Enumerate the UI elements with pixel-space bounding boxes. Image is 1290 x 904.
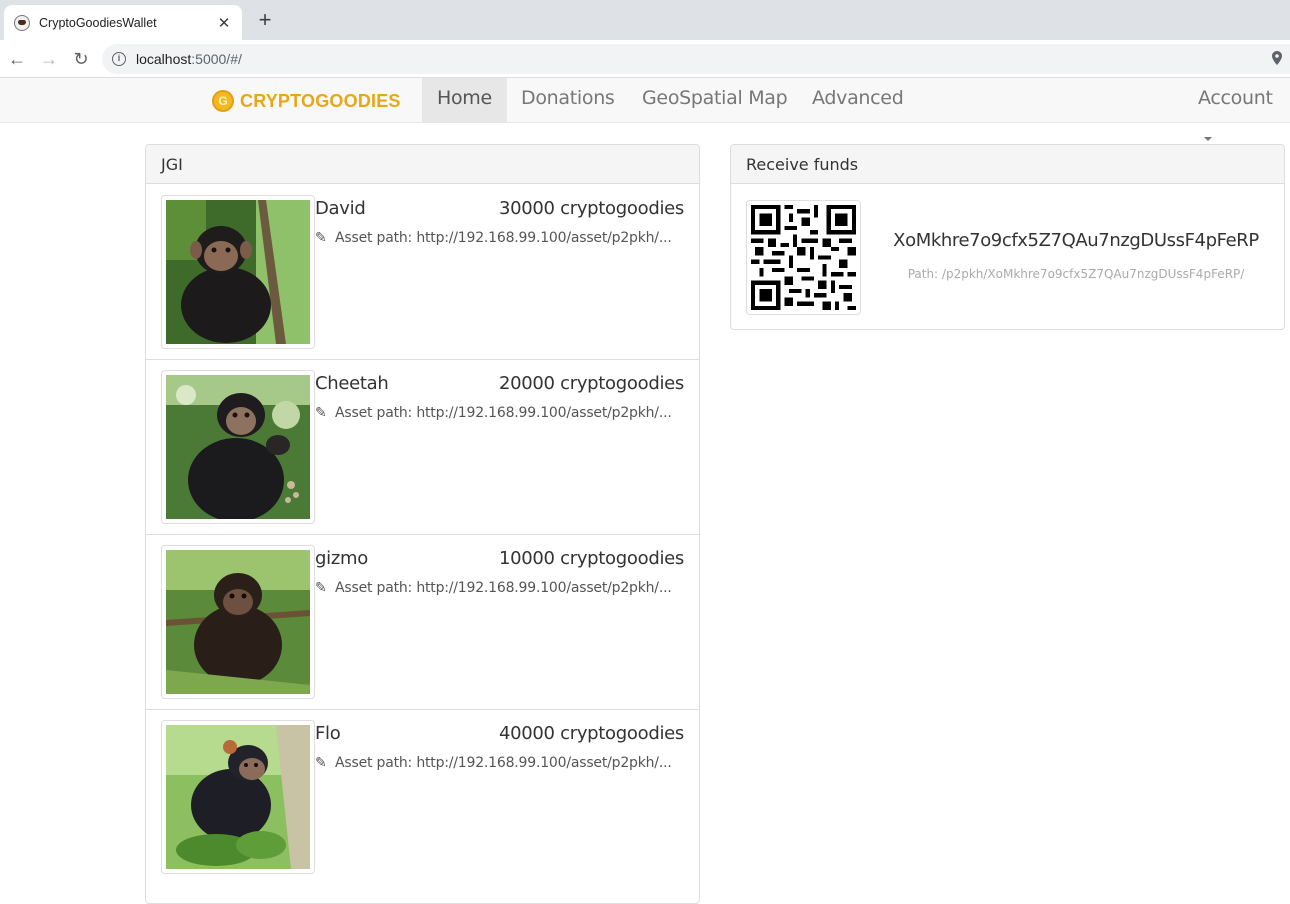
edit-icon[interactable]: ✎	[315, 405, 329, 421]
edit-icon[interactable]: ✎	[315, 230, 329, 246]
receive-address[interactable]: XoMkhre7o9cfx5Z7QAu7nzgDUssF4pFeRP	[891, 230, 1261, 251]
assets-panel-title: JGI	[146, 145, 699, 184]
asset-amount: 30000 cryptogoodies	[498, 198, 684, 219]
asset-photo[interactable]	[161, 720, 315, 874]
qr-code-image	[751, 205, 856, 310]
nav-home[interactable]: Home	[422, 78, 507, 122]
asset-path-text[interactable]: Asset path: http://192.168.99.100/asset/…	[335, 230, 672, 246]
asset-photo[interactable]	[161, 195, 315, 349]
asset-name: Flo	[315, 723, 341, 744]
tab-title: CryptoGoodiesWallet	[39, 15, 157, 30]
assets-panel: JGI David 30000 cryptogoodies ✎ Asset pat…	[145, 144, 700, 904]
account-label: Account	[1198, 87, 1273, 109]
asset-name: Cheetah	[315, 373, 389, 394]
coin-icon: G	[212, 90, 234, 112]
chimp-photo	[166, 550, 310, 694]
brand-logo[interactable]: G CRYPTOGOODIES	[212, 86, 401, 116]
browser-tab-bar: CryptoGoodiesWallet ✕ +	[0, 0, 1290, 40]
address-bar[interactable]: i localhost:5000/#/	[102, 44, 1290, 74]
close-tab-icon[interactable]: ✕	[216, 14, 232, 32]
asset-row: gizmo 10000 cryptogoodies ✎ Asset path: h…	[146, 535, 699, 710]
info-icon[interactable]: i	[112, 52, 126, 66]
receive-funds-panel: Receive funds XoMkhre7o9cfx5Z7QAu7nzgDUs…	[730, 144, 1285, 330]
back-arrow-icon[interactable]: ←	[6, 48, 28, 70]
asset-path: ✎ Asset path: http://192.168.99.100/asset…	[315, 755, 685, 771]
favicon-icon	[14, 14, 30, 31]
asset-path: ✎ Asset path: http://192.168.99.100/asset…	[315, 230, 685, 246]
reload-icon[interactable]: ↻	[70, 48, 92, 70]
browser-tab[interactable]: CryptoGoodiesWallet ✕	[4, 5, 242, 40]
nav-donations[interactable]: Donations	[506, 78, 630, 122]
receive-funds-body: XoMkhre7o9cfx5Z7QAu7nzgDUssF4pFeRP Path:…	[731, 185, 1284, 330]
account-dropdown[interactable]: Account	[1183, 78, 1290, 141]
asset-path: ✎ Asset path: http://192.168.99.100/asset…	[315, 405, 685, 421]
asset-name: gizmo	[315, 548, 368, 569]
asset-amount: 40000 cryptogoodies	[498, 723, 684, 744]
qr-code[interactable]	[746, 200, 861, 315]
asset-photo[interactable]	[161, 370, 315, 524]
asset-path-text[interactable]: Asset path: http://192.168.99.100/asset/…	[335, 405, 672, 421]
location-pin-icon[interactable]	[1272, 51, 1282, 65]
receive-funds-title: Receive funds	[731, 145, 1284, 184]
browser-toolbar: ← → ↻ i localhost:5000/#/	[0, 40, 1290, 78]
asset-path: ✎ Asset path: http://192.168.99.100/asset…	[315, 580, 685, 596]
url-host: localhost	[136, 51, 192, 67]
edit-icon[interactable]: ✎	[315, 580, 329, 596]
asset-row: Cheetah 20000 cryptogoodies ✎ Asset path:…	[146, 360, 699, 535]
url-path: :5000/#/	[191, 51, 242, 67]
asset-path-text[interactable]: Asset path: http://192.168.99.100/asset/…	[335, 580, 672, 596]
nav-geospatial-map[interactable]: GeoSpatial Map	[627, 78, 802, 122]
asset-row: David 30000 cryptogoodies ✎ Asset path: h…	[146, 185, 699, 360]
asset-photo[interactable]	[161, 545, 315, 699]
asset-amount: 20000 cryptogoodies	[498, 373, 684, 394]
caret-down-icon	[1204, 136, 1212, 141]
receive-path: Path: /p2pkh/XoMkhre7o9cfx5Z7QAu7nzgDUss…	[907, 267, 1245, 281]
chimp-photo	[166, 200, 310, 344]
nav-advanced[interactable]: Advanced	[797, 78, 918, 122]
chimp-photo	[166, 725, 310, 869]
forward-arrow-icon[interactable]: →	[38, 48, 60, 70]
brand-name: CRYPTOGOODIES	[240, 90, 401, 111]
asset-row: Flo 40000 cryptogoodies ✎ Asset path: htt…	[146, 710, 699, 885]
asset-path-text[interactable]: Asset path: http://192.168.99.100/asset/…	[335, 755, 672, 771]
chimp-photo	[166, 375, 310, 519]
asset-name: David	[315, 198, 366, 219]
app-navbar: G CRYPTOGOODIES Home Donations GeoSpatia…	[0, 78, 1290, 141]
edit-icon[interactable]: ✎	[315, 755, 329, 771]
new-tab-button[interactable]: +	[254, 9, 276, 31]
asset-amount: 10000 cryptogoodies	[498, 548, 684, 569]
